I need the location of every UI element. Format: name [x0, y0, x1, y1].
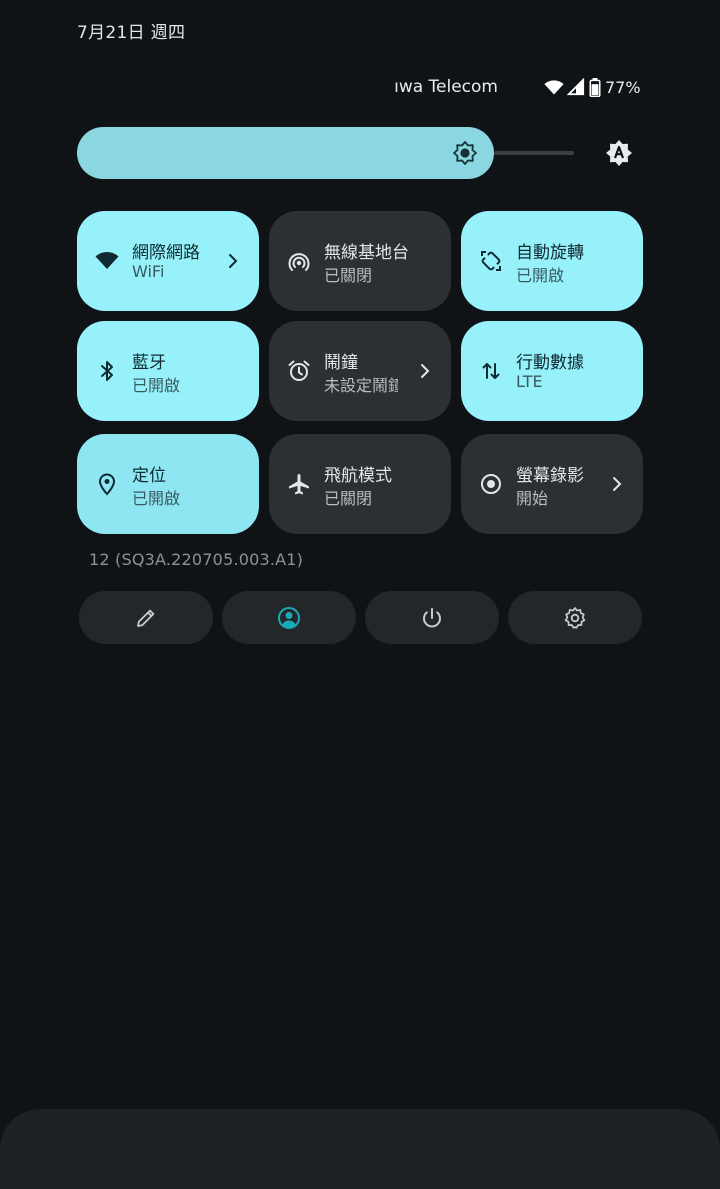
auto-rotate-icon — [481, 251, 501, 271]
tile-status: 已開啟 — [132, 489, 181, 508]
tile-screen-record[interactable]: 螢幕錄影 開始 — [461, 434, 643, 534]
auto-brightness-icon[interactable] — [605, 139, 633, 167]
tile-label: 定位 — [132, 466, 166, 486]
tile-label: 無線基地台 — [324, 243, 409, 263]
tile-label: 藍牙 — [132, 353, 166, 373]
power-button[interactable] — [365, 591, 499, 644]
settings-icon — [564, 607, 586, 629]
tile-location[interactable]: 定位 已開啟 — [77, 434, 259, 534]
tile-mobile-data[interactable]: 行動數據 LTE — [461, 321, 643, 421]
build-number[interactable]: 12 (SQ3A.220705.003.A1) — [89, 550, 303, 569]
tile-status: LTE — [516, 372, 543, 391]
tile-hotspot[interactable]: 無線基地台 已關閉 — [269, 211, 451, 311]
wifi-icon — [95, 252, 119, 269]
tile-status: 已關閉 — [324, 266, 373, 285]
status-bar: ıwa Telecom 77% — [0, 76, 720, 100]
battery-percent: 77% — [605, 77, 641, 97]
airplane-icon — [289, 474, 309, 495]
mobile-data-icon — [482, 363, 500, 379]
tile-status: 已關閉 — [324, 489, 373, 508]
battery-icon — [589, 77, 601, 97]
tile-label: 行動數據 — [516, 353, 584, 373]
wifi-icon — [544, 80, 564, 95]
tile-label: 網際網路 — [132, 243, 200, 263]
user-switch-button[interactable] — [222, 591, 356, 644]
tile-label: 螢幕錄影 — [516, 466, 584, 486]
tile-label: 自動旋轉 — [516, 243, 584, 263]
power-icon — [423, 608, 441, 628]
tile-label: 飛航模式 — [324, 466, 392, 486]
status-icons: 77% — [544, 76, 641, 98]
brightness-track[interactable] — [494, 151, 574, 155]
chevron-right-icon — [613, 477, 622, 491]
brightness-icon — [453, 141, 477, 165]
tile-auto-rotate[interactable]: 自動旋轉 已開啟 — [461, 211, 643, 311]
bluetooth-icon — [101, 361, 113, 381]
tile-status: WiFi — [132, 262, 165, 281]
chevron-right-icon — [229, 254, 238, 268]
edit-button[interactable] — [79, 591, 213, 644]
alarm-icon — [288, 360, 310, 381]
chevron-right-icon — [421, 364, 430, 378]
tile-label: 鬧鐘 — [324, 353, 358, 373]
tile-status: 已開啟 — [516, 266, 565, 285]
brightness-slider[interactable] — [77, 127, 494, 179]
cell-signal-icon — [567, 78, 585, 96]
hotspot-icon — [288, 253, 310, 271]
tile-internet[interactable]: 網際網路 WiFi — [77, 211, 259, 311]
location-icon — [98, 473, 116, 496]
tile-status: 開始 — [516, 489, 549, 508]
edit-icon — [137, 609, 155, 627]
tile-status: 已開啟 — [132, 376, 181, 395]
user-icon — [278, 607, 300, 629]
tile-airplane-mode[interactable]: 飛航模式 已關閉 — [269, 434, 451, 534]
tile-status: 未設定鬧鐘 — [324, 376, 398, 395]
tile-alarm[interactable]: 鬧鐘 未設定鬧鐘 — [269, 321, 451, 421]
carrier-name: ıwa Telecom — [394, 77, 498, 97]
tile-bluetooth[interactable]: 藍牙 已開啟 — [77, 321, 259, 421]
notification-shade-bottom — [0, 1109, 720, 1189]
screen-record-icon — [481, 474, 501, 494]
status-date: 7月21日 週四 — [77, 23, 186, 43]
settings-button[interactable] — [508, 591, 642, 644]
